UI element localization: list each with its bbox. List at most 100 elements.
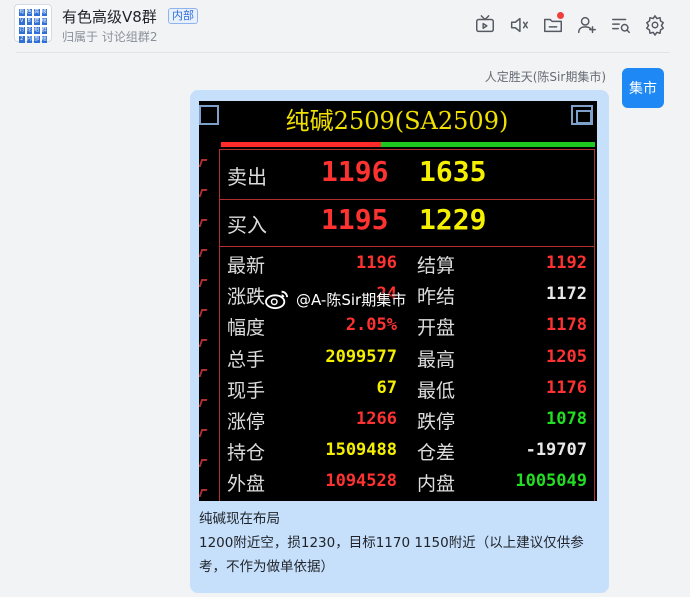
gear-icon bbox=[646, 15, 664, 36]
avatar-cell: 8 bbox=[26, 18, 32, 25]
header-divider bbox=[16, 52, 670, 53]
sell-volume: 1635 bbox=[419, 155, 487, 188]
stat-value: 1005049 bbox=[515, 471, 587, 492]
mute-icon bbox=[510, 17, 528, 33]
stat-value: -19707 bbox=[525, 440, 587, 461]
edge-mark bbox=[199, 429, 208, 437]
stat-value: 1509488 bbox=[325, 440, 397, 461]
sender-avatar[interactable]: 集市 bbox=[622, 68, 664, 108]
avatar-cell: 论 bbox=[26, 27, 32, 34]
mute-button[interactable] bbox=[502, 12, 536, 38]
quote-title: 纯碱2509(SA2509) bbox=[285, 107, 509, 135]
avatar-cell: 组 bbox=[41, 18, 47, 25]
chat-header: 有色高级V8群组讨论组群2内部组 有色高级V8群 内部 归属于 讨论组群2 bbox=[0, 0, 690, 50]
stat-label: 幅度 bbox=[227, 317, 266, 340]
stat-label: 跌停 bbox=[417, 411, 456, 433]
message-line: 1200附近空，损1230，目标1170 1150附近（以上建议仅供参考，不作为… bbox=[199, 535, 584, 575]
avatar-cell: 讨 bbox=[19, 27, 25, 34]
stat-label: 持仓 bbox=[227, 442, 266, 465]
stat-label: 仓差 bbox=[417, 442, 456, 465]
weibo-watermark: @A-陈Sir期集市 bbox=[264, 288, 406, 310]
buy-ratio-bar bbox=[221, 142, 381, 147]
stat-value: 1266 bbox=[356, 409, 397, 429]
avatar-cell: 级 bbox=[41, 9, 47, 16]
stat-value: 1172 bbox=[546, 284, 587, 305]
internal-tag: 内部 bbox=[168, 8, 198, 24]
group-name[interactable]: 有色高级V8群 bbox=[62, 6, 157, 27]
avatar-cell: 群 bbox=[41, 27, 47, 34]
group-subtitle: 归属于 讨论组群2 bbox=[62, 30, 158, 44]
stat-label: 最低 bbox=[417, 379, 456, 402]
edge-mark bbox=[199, 159, 208, 167]
avatar-cell: 色 bbox=[26, 9, 32, 16]
stat-value: 67 bbox=[376, 377, 397, 398]
edge-mark bbox=[199, 219, 208, 227]
avatar-cell: 群 bbox=[34, 18, 40, 25]
edge-mark bbox=[199, 249, 208, 257]
quote-separator bbox=[219, 246, 595, 247]
stat-value: 1192 bbox=[546, 253, 587, 273]
stat-label: 涨停 bbox=[227, 411, 266, 433]
edge-mark bbox=[199, 339, 208, 347]
stat-label: 外盘 bbox=[227, 473, 266, 496]
avatar-cell: 组 bbox=[34, 27, 40, 34]
buy-label: 买入 bbox=[227, 213, 267, 237]
weibo-icon bbox=[265, 290, 288, 310]
stat-value: 1094528 bbox=[325, 471, 397, 492]
left-edge-marks bbox=[199, 151, 208, 501]
message-line: 纯碱现在布局 bbox=[199, 511, 280, 527]
stat-value: 1205 bbox=[546, 346, 587, 367]
sell-price: 1196 bbox=[321, 155, 389, 188]
group-avatar[interactable]: 有色高级V8群组讨论组群2内部组 bbox=[14, 4, 52, 43]
stat-label: 涨跌 bbox=[227, 286, 266, 309]
search-history-button[interactable] bbox=[604, 12, 638, 38]
buy-volume: 1229 bbox=[419, 203, 487, 236]
stat-label: 结算 bbox=[417, 255, 456, 277]
buy-price: 1195 bbox=[321, 203, 389, 236]
stat-value: 1178 bbox=[546, 315, 587, 336]
stat-value: 1176 bbox=[546, 377, 587, 398]
stat-value: 1196 bbox=[356, 253, 397, 273]
window-icon bbox=[199, 105, 219, 125]
stat-label: 开盘 bbox=[417, 317, 456, 340]
sell-label: 卖出 bbox=[227, 165, 267, 189]
stat-value: 2.05% bbox=[345, 315, 397, 336]
header-toolbar bbox=[468, 12, 672, 38]
edge-mark bbox=[199, 399, 208, 407]
futures-quote-image[interactable]: 纯碱2509(SA2509) 卖出 1196 1635 买入 1195 1229… bbox=[199, 101, 597, 501]
sell-ratio-bar bbox=[381, 142, 595, 147]
add-member-button[interactable] bbox=[570, 12, 604, 38]
sender-name[interactable]: 人定胜天(陈Sir期集市) bbox=[485, 68, 606, 85]
stat-label: 最高 bbox=[417, 348, 456, 371]
quote-separator bbox=[219, 199, 595, 200]
files-button[interactable] bbox=[536, 12, 570, 38]
stat-label: 内盘 bbox=[417, 473, 456, 496]
live-tv-button[interactable] bbox=[468, 12, 502, 38]
avatar-cell: 组 bbox=[41, 36, 47, 43]
edge-mark bbox=[199, 369, 208, 377]
stat-label: 昨结 bbox=[417, 286, 456, 309]
watermark-text: @A-陈Sir期集市 bbox=[296, 290, 407, 309]
edge-mark bbox=[199, 459, 208, 467]
add-user-icon bbox=[578, 16, 596, 34]
edge-mark bbox=[199, 279, 208, 287]
settings-button[interactable] bbox=[638, 12, 672, 38]
avatar-cell: 部 bbox=[34, 36, 40, 43]
edge-mark bbox=[199, 489, 208, 497]
stat-label: 总手 bbox=[227, 348, 266, 371]
search-list-icon bbox=[612, 18, 630, 34]
stat-value: 1078 bbox=[546, 409, 587, 429]
avatar-cell: 2 bbox=[19, 36, 25, 43]
message-text: 纯碱现在布局 1200附近空，损1230，目标1170 1150附近（以上建议仅… bbox=[199, 507, 599, 579]
avatar-cell: 高 bbox=[34, 9, 40, 16]
avatar-cell: 内 bbox=[26, 36, 32, 43]
edge-mark bbox=[199, 309, 208, 317]
stat-value: 2099577 bbox=[325, 346, 397, 367]
restore-icon bbox=[571, 105, 593, 125]
avatar-cell: 有 bbox=[19, 9, 25, 16]
stat-label: 现手 bbox=[227, 379, 266, 402]
avatar-cell: V bbox=[19, 18, 25, 25]
edge-mark bbox=[199, 189, 208, 197]
tv-icon bbox=[476, 15, 494, 33]
stat-label: 最新 bbox=[227, 255, 266, 277]
